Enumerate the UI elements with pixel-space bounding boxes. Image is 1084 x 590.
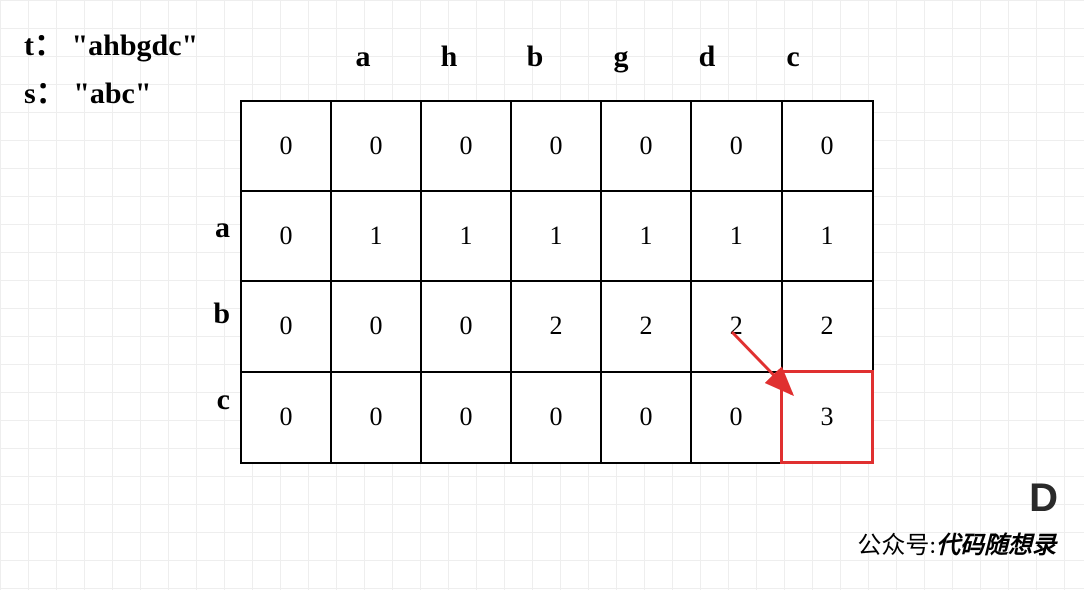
dp-cell: 2: [601, 281, 691, 372]
dp-cell: 0: [421, 101, 511, 191]
s-string-line: s： "abc": [24, 70, 198, 118]
dp-cell: 0: [241, 101, 331, 191]
watermark: D 公众号:代码随想录: [857, 476, 1056, 560]
dp-cell: 0: [421, 281, 511, 372]
dp-cell: 1: [601, 191, 691, 281]
dp-cell: 1: [782, 191, 873, 281]
dp-cell-highlight: 3: [782, 372, 873, 463]
dp-cell: 1: [691, 191, 782, 281]
s-label: s：: [24, 77, 66, 110]
t-label: t：: [24, 29, 64, 62]
dp-cell: 2: [511, 281, 601, 372]
dp-cell: 0: [782, 101, 873, 191]
dp-cell: 1: [511, 191, 601, 281]
dp-cell: 1: [331, 191, 421, 281]
dp-cell: 0: [331, 101, 421, 191]
col-header: a: [320, 40, 406, 74]
row-headers: a b c: [200, 185, 230, 443]
dp-table: 0 0 0 0 0 0 0 0 1 1 1 1 1 1 0 0 0 2 2 2 …: [240, 100, 874, 464]
watermark-name: 代码随想录: [936, 533, 1056, 559]
row-header: a: [200, 185, 230, 271]
dp-cell: 0: [511, 101, 601, 191]
dp-cell: 0: [241, 281, 331, 372]
dp-cell: 0: [691, 372, 782, 463]
s-value: "abc": [73, 77, 151, 110]
col-header: d: [664, 40, 750, 74]
dp-cell: 0: [331, 372, 421, 463]
col-header: h: [406, 40, 492, 74]
table-row: 0 0 0 0 0 0 3: [241, 372, 873, 463]
input-strings: t： "ahbgdc" s： "abc": [24, 22, 198, 118]
dp-cell: 0: [601, 372, 691, 463]
dp-cell: 2: [691, 281, 782, 372]
table-row: 0 1 1 1 1 1 1: [241, 191, 873, 281]
table-row: 0 0 0 0 0 0 0: [241, 101, 873, 191]
watermark-text: 公众号:代码随想录: [857, 525, 1056, 560]
dp-cell: 0: [241, 372, 331, 463]
row-header: b: [200, 271, 230, 357]
dp-cell: 0: [421, 372, 511, 463]
t-string-line: t： "ahbgdc": [24, 22, 198, 70]
row-header: c: [200, 357, 230, 443]
diagram-content: t： "ahbgdc" s： "abc" a h b g d c a b c 0…: [0, 0, 1084, 590]
table-row: 0 0 0 2 2 2 2: [241, 281, 873, 372]
dp-cell: 0: [691, 101, 782, 191]
dp-cell: 2: [782, 281, 873, 372]
watermark-prefix: 公众号:: [857, 533, 936, 559]
dp-cell: 0: [241, 191, 331, 281]
dp-cell: 0: [511, 372, 601, 463]
dp-cell: 0: [601, 101, 691, 191]
column-headers: a h b g d c: [320, 40, 836, 74]
t-value: "ahbgdc": [72, 29, 199, 62]
col-header: c: [750, 40, 836, 74]
dp-cell: 1: [421, 191, 511, 281]
watermark-logo-icon: D: [1029, 476, 1056, 521]
col-header: b: [492, 40, 578, 74]
col-header: g: [578, 40, 664, 74]
dp-cell: 0: [331, 281, 421, 372]
